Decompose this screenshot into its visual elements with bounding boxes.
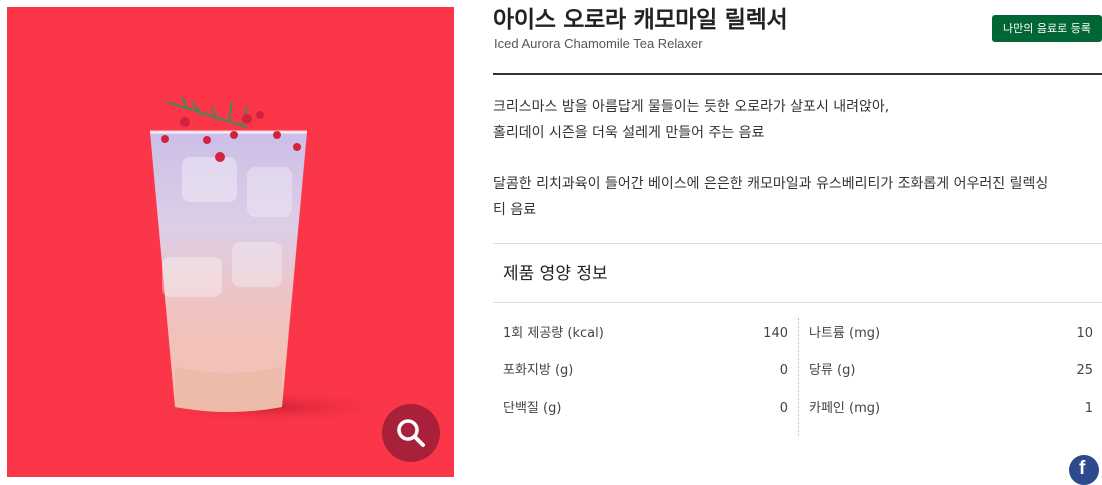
nutrition-value: 140 <box>763 326 788 341</box>
description-line: 크리스마스 밤을 아름답게 물들이는 듯한 오로라가 살포시 내려앉아, <box>493 99 890 115</box>
nutrition-label: 카페인 (mg) <box>809 401 881 416</box>
description-line: 홀리데이 시즌을 더욱 설레게 만들어 주는 음료 <box>493 125 765 141</box>
facebook-share-button[interactable]: f <box>1069 455 1099 485</box>
nutrition-value: 25 <box>1076 363 1093 378</box>
nutrition-label: 단백질 (g) <box>503 401 562 416</box>
nutrition-label: 당류 (g) <box>809 363 856 378</box>
nutrition-row-protein: 단백질 (g) 0 <box>503 399 788 419</box>
nutrition-value: 0 <box>779 401 788 416</box>
product-description-extra: 달콤한 리치과육이 들어간 베이스에 은은한 캐모마일과 유스베리티가 조화롭게… <box>493 171 1102 223</box>
description-line: 티 음료 <box>493 202 537 218</box>
nutrition-value: 10 <box>1076 326 1093 341</box>
nutrition-column-divider <box>798 318 799 436</box>
nutrition-value: 1 <box>1084 401 1093 416</box>
nutrition-value: 0 <box>779 363 788 378</box>
product-title: 아이스 오로라 캐모마일 릴렉서 <box>493 7 788 33</box>
section-divider <box>493 243 1102 244</box>
nutrition-row-saturated-fat: 포화지방 (g) 0 <box>503 361 788 381</box>
nutrition-row-sodium: 나트륨 (mg) 10 <box>809 324 1093 344</box>
nutrition-row-kcal: 1회 제공량 (kcal) 140 <box>503 324 788 344</box>
product-description: 크리스마스 밤을 아름답게 물들이는 듯한 오로라가 살포시 내려앉아, 홀리데… <box>493 94 1102 146</box>
product-subtitle: Iced Aurora Chamomile Tea Relaxer <box>494 36 703 51</box>
register-my-drink-button[interactable]: 나만의 음료로 등록 <box>992 15 1102 42</box>
nutrition-label: 나트륨 (mg) <box>809 326 881 341</box>
zoom-button[interactable] <box>382 404 440 462</box>
drink-illustration <box>142 96 402 425</box>
title-divider <box>493 73 1102 75</box>
product-image <box>7 7 454 477</box>
nutrition-row-sugar: 당류 (g) 25 <box>809 361 1093 381</box>
description-line: 달콤한 리치과육이 들어간 베이스에 은은한 캐모마일과 유스베리티가 조화롭게… <box>493 176 1049 192</box>
magnifier-icon <box>397 419 425 447</box>
nutrition-label: 포화지방 (g) <box>503 363 574 378</box>
nutrition-title: 제품 영양 정보 <box>503 264 608 284</box>
section-divider <box>493 302 1102 303</box>
nutrition-row-caffeine: 카페인 (mg) 1 <box>809 399 1093 419</box>
nutrition-label: 1회 제공량 (kcal) <box>503 326 604 341</box>
